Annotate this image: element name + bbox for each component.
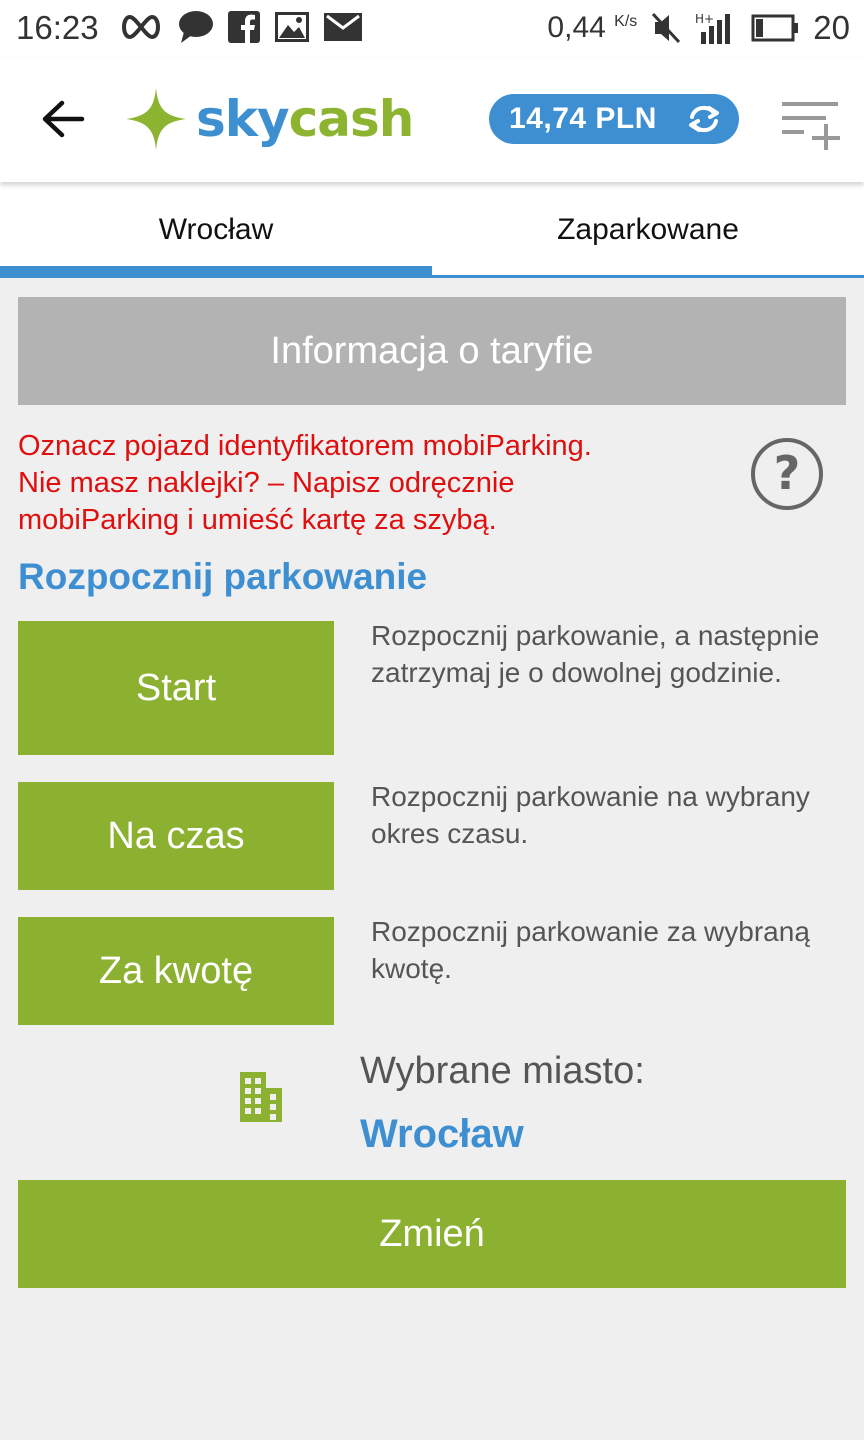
app-bar: skycash 14,74 PLN xyxy=(0,58,864,182)
help-icon[interactable]: ? xyxy=(750,437,824,511)
vehicle-warning: Oznacz pojazd identyfikatorem mobiParkin… xyxy=(18,428,718,539)
city-tabs: Wrocław Zaparkowane xyxy=(0,182,864,278)
selected-city-label: Wybrane miasto: xyxy=(360,1050,645,1092)
back-arrow-icon[interactable] xyxy=(40,98,86,140)
star-logo-icon xyxy=(126,88,186,150)
logo-text: skycash xyxy=(196,90,414,148)
network-speed: 0,44 K/s xyxy=(547,11,638,44)
image-icon xyxy=(275,12,309,42)
facebook-icon xyxy=(228,11,260,43)
balance-pill[interactable]: 14,74 PLN xyxy=(489,94,739,144)
menu-add-icon[interactable] xyxy=(780,98,842,150)
tab-wroclaw[interactable]: Wrocław xyxy=(0,182,432,278)
tariff-info-button[interactable]: Informacja o taryfie xyxy=(18,297,846,405)
change-city-button[interactable]: Zmień xyxy=(18,1180,846,1288)
start-description: Rozpocznij parkowanie, a następnie zatrz… xyxy=(371,620,820,688)
by-time-button[interactable]: Na czas xyxy=(18,782,334,890)
balance-amount: 14,74 PLN xyxy=(509,102,657,135)
mail-icon xyxy=(324,13,362,41)
svg-text:?: ? xyxy=(774,446,801,500)
by-time-description: Rozpocznij parkowanie na wybrany okres c… xyxy=(371,781,810,849)
signal-icon: H+ xyxy=(695,12,731,44)
tab-zaparkowane[interactable]: Zaparkowane xyxy=(432,182,864,278)
skycash-logo: skycash xyxy=(124,86,414,152)
status-right: 0,44 K/s H+ 20 xyxy=(547,9,850,47)
start-parking-title: Rozpocznij parkowanie xyxy=(18,556,428,597)
warning-line: Oznacz pojazd identyfikatorem mobiParkin… xyxy=(18,430,592,462)
svg-text:H+: H+ xyxy=(695,12,714,26)
by-amount-description: Rozpocznij parkowanie za wybraną kwotę. xyxy=(371,916,810,984)
selected-city-name: Wrocław xyxy=(360,1112,524,1156)
status-bar: 16:23 0,44 K/s H+ 20 xyxy=(0,0,864,58)
building-icon xyxy=(240,1072,282,1122)
refresh-icon[interactable] xyxy=(687,103,721,135)
battery-icon xyxy=(751,14,799,42)
chat-icon xyxy=(179,11,213,43)
infinity-icon xyxy=(122,14,160,40)
start-button[interactable]: Start xyxy=(18,621,334,755)
by-amount-button[interactable]: Za kwotę xyxy=(18,917,334,1025)
notification-icons xyxy=(118,10,362,44)
mute-icon xyxy=(652,12,681,44)
status-time: 16:23 xyxy=(16,9,99,46)
warning-line: Nie masz naklejki? – Napisz odręcznie xyxy=(18,467,515,499)
battery-level: 20 xyxy=(813,9,850,46)
warning-line: mobiParking i umieść kartę za szybą. xyxy=(18,504,497,536)
